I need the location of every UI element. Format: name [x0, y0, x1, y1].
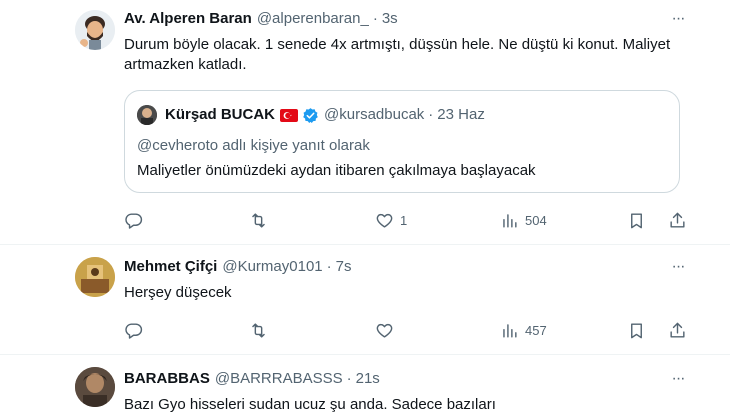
- quoted-author-handle: @kursadbucak: [324, 106, 425, 123]
- tweet[interactable]: BARABBAS @BARRRABASSS · 21s Bazı Gyo his…: [0, 355, 730, 420]
- profile-photo-icon: [75, 257, 115, 297]
- quoted-header: Kürşad BUCAK @kursadbucak · 23 Haz: [165, 105, 485, 125]
- timestamp[interactable]: 7s: [336, 257, 352, 277]
- share-icon: [670, 322, 685, 338]
- separator-dot: ·: [372, 10, 378, 27]
- bookmark-button[interactable]: [627, 320, 646, 340]
- bookmark-icon: [631, 322, 642, 338]
- avatar[interactable]: [75, 367, 115, 407]
- tweet-content: Av. Alperen Baran @alperenbaran_ · 3s Du…: [124, 9, 690, 75]
- like-count: 1: [400, 212, 408, 228]
- heart-icon: [376, 323, 393, 338]
- turkey-flag-icon: [280, 108, 299, 122]
- author-handle[interactable]: @BARRRABASSS: [215, 369, 343, 389]
- action-bar: 1 504: [124, 210, 690, 230]
- tweet[interactable]: Av. Alperen Baran @alperenbaran_ · 3s Du…: [0, 0, 730, 245]
- quoted-avatar: [137, 105, 157, 125]
- separator-dot: ·: [428, 106, 434, 123]
- quoted-timestamp: 23 Haz: [437, 106, 485, 123]
- action-bar: 457: [124, 320, 690, 340]
- quoted-author-name: Kürşad BUCAK: [165, 106, 276, 123]
- tweet-content: Mehmet Çifçi @Kurmay0101 · 7s Herşey düş…: [124, 257, 690, 303]
- author-name[interactable]: BARABBAS: [124, 369, 210, 389]
- views-chart-icon: [503, 213, 517, 228]
- reply-context: @cevheroto adlı kişiye yanıt olarak: [137, 137, 370, 154]
- reply-icon: [125, 322, 143, 339]
- author-handle[interactable]: @alperenbaran_: [257, 9, 369, 29]
- retweet-icon: [252, 212, 265, 228]
- retweet-button[interactable]: [249, 320, 274, 340]
- like-button[interactable]: 1: [375, 210, 407, 230]
- tweet-text: Bazı Gyo hisseleri sudan ucuz şu anda. S…: [124, 396, 496, 413]
- tweet-text: Durum böyle olacak. 1 senede 4x artmıştı…: [124, 36, 671, 73]
- bookmark-button[interactable]: [627, 210, 646, 230]
- author-name[interactable]: Av. Alperen Baran: [124, 9, 252, 29]
- author-handle[interactable]: @Kurmay0101: [222, 257, 322, 277]
- reply-button[interactable]: [124, 210, 149, 230]
- author-name[interactable]: Mehmet Çifçi: [124, 257, 217, 277]
- share-button[interactable]: [668, 320, 687, 340]
- tweet-header: BARABBAS @BARRRABASSS · 21s: [124, 369, 690, 389]
- tweet-text: Herşey düşecek: [124, 284, 232, 301]
- bookmark-icon: [631, 212, 642, 228]
- views-chart-icon: [503, 323, 517, 338]
- quoted-tweet[interactable]: Kürşad BUCAK @kursadbucak · 23 Haz @cevh…: [124, 90, 680, 193]
- share-button[interactable]: [668, 210, 687, 230]
- verified-badge-icon: [303, 107, 318, 123]
- tweet[interactable]: Mehmet Çifçi @Kurmay0101 · 7s Herşey düş…: [0, 245, 730, 355]
- views-button[interactable]: 457: [500, 320, 547, 340]
- reply-icon: [125, 212, 143, 229]
- views-button[interactable]: 504: [500, 210, 547, 230]
- timestamp[interactable]: 3s: [382, 9, 398, 29]
- profile-photo-icon: [75, 367, 115, 407]
- heart-icon: [376, 213, 393, 228]
- reply-button[interactable]: [124, 320, 149, 340]
- view-count: 504: [525, 212, 547, 228]
- retweet-button[interactable]: [249, 210, 274, 230]
- share-icon: [670, 212, 685, 228]
- more-options-icon[interactable]: ···: [668, 369, 688, 389]
- tweet-header: Av. Alperen Baran @alperenbaran_ · 3s: [124, 9, 690, 29]
- view-count: 457: [525, 322, 547, 338]
- more-options-icon[interactable]: ···: [668, 257, 688, 277]
- tweet-content: BARABBAS @BARRRABASSS · 21s Bazı Gyo his…: [124, 369, 690, 415]
- retweet-icon: [252, 322, 265, 338]
- quoted-text: Maliyetler önümüzdeki aydan itibaren çak…: [137, 162, 536, 179]
- avatar[interactable]: [75, 10, 115, 50]
- more-options-icon[interactable]: ···: [668, 9, 688, 29]
- avatar[interactable]: [75, 257, 115, 297]
- like-button[interactable]: [375, 320, 400, 340]
- memoji-avatar-icon: [75, 10, 115, 50]
- separator-dot: ·: [326, 258, 332, 275]
- timestamp[interactable]: 21s: [356, 369, 380, 389]
- tweet-header: Mehmet Çifçi @Kurmay0101 · 7s: [124, 257, 690, 277]
- separator-dot: ·: [346, 370, 352, 387]
